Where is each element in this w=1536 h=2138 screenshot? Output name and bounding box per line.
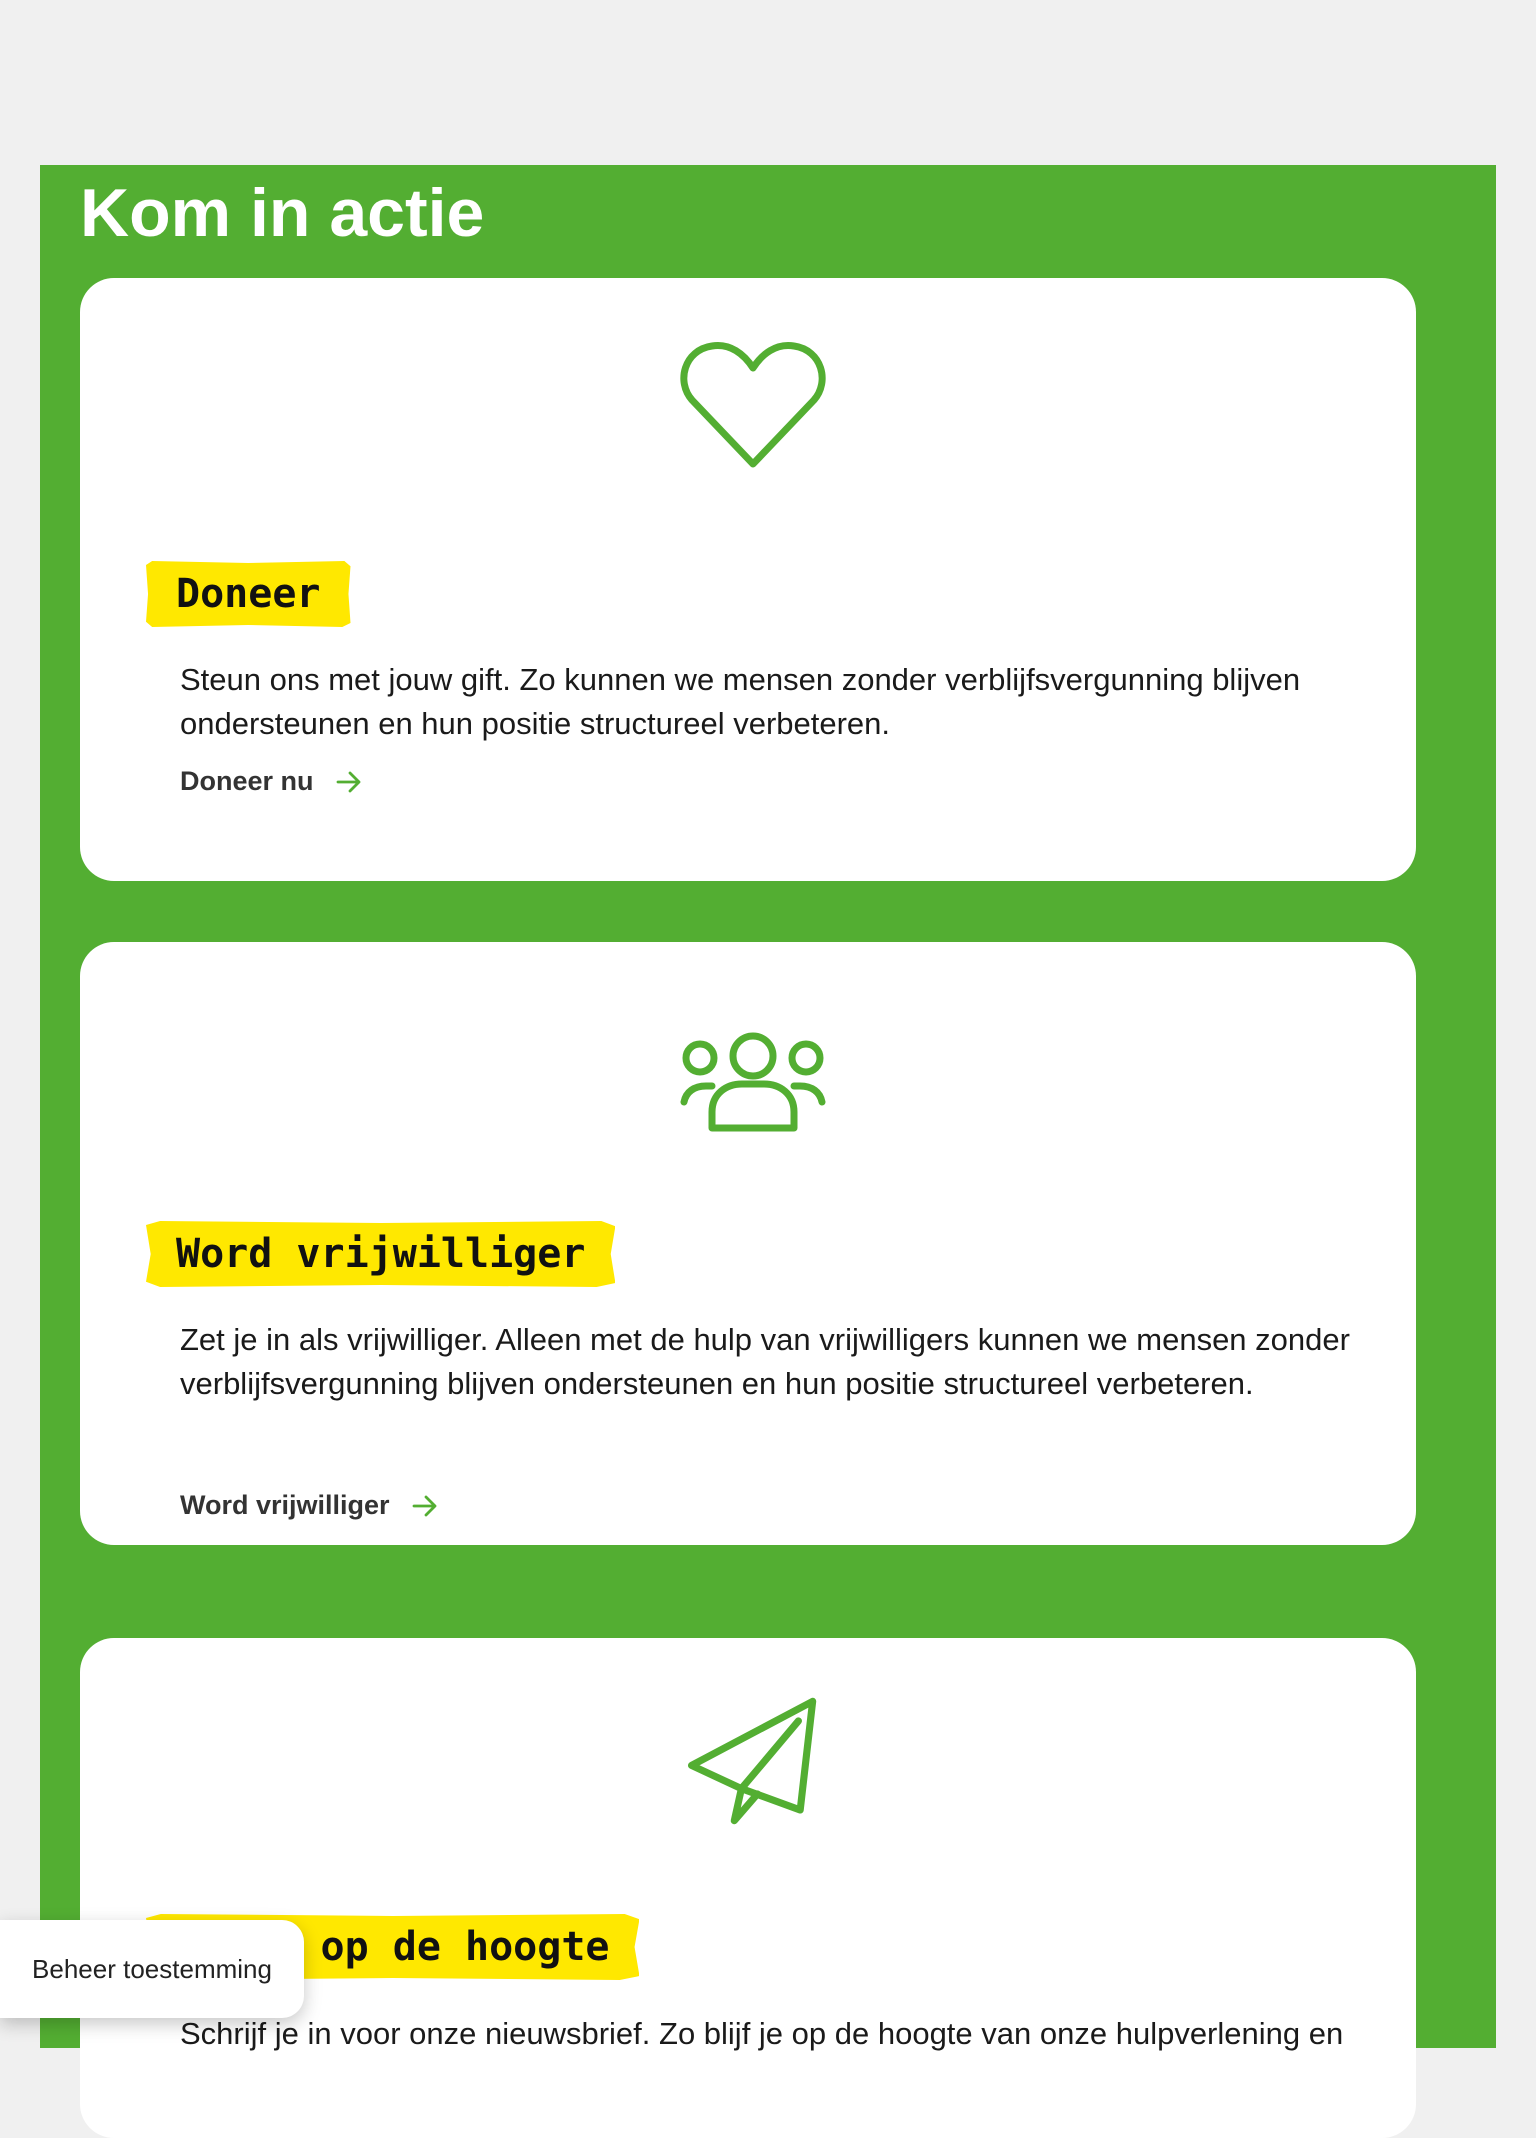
- manage-consent-button[interactable]: Beheer toestemming: [0, 1920, 304, 2018]
- card-text: Steun ons met jouw gift. Zo kunnen we me…: [180, 662, 1301, 741]
- heart-icon: [680, 342, 826, 468]
- word-vrijwilliger-link[interactable]: Word vrijwilliger: [180, 1490, 438, 1521]
- section-title: Kom in actie: [80, 175, 485, 251]
- card-heading: Word vrijwilliger: [146, 1221, 616, 1287]
- card-text: Schrijf je in voor onze nieuwsbrief. Zo …: [180, 2016, 1344, 2051]
- link-label: Word vrijwilliger: [180, 1490, 390, 1520]
- people-icon: [680, 1032, 826, 1132]
- link-label: Doneer nu: [180, 766, 314, 796]
- card-heading: Doneer: [146, 561, 351, 627]
- card-blijf-op-de-hoogte: Blijf op de hoogte Schrijf je in voor on…: [80, 1638, 1416, 2138]
- card-text: Zet je in als vrijwilliger. Alleen met d…: [180, 1322, 1350, 1401]
- paper-plane-icon: [688, 1697, 817, 1825]
- doneer-nu-link[interactable]: Doneer nu: [180, 766, 362, 797]
- arrow-right-icon: [336, 771, 360, 792]
- card-doneer: Doneer Steun ons met jouw gift. Zo kunne…: [80, 278, 1416, 881]
- kom-in-actie-section: Kom in actie Doneer Steun ons met jouw g…: [40, 165, 1496, 2138]
- card-word-vrijwilliger: Word vrijwilliger Zet je in als vrijwill…: [80, 942, 1416, 1545]
- arrow-right-icon: [412, 1495, 436, 1516]
